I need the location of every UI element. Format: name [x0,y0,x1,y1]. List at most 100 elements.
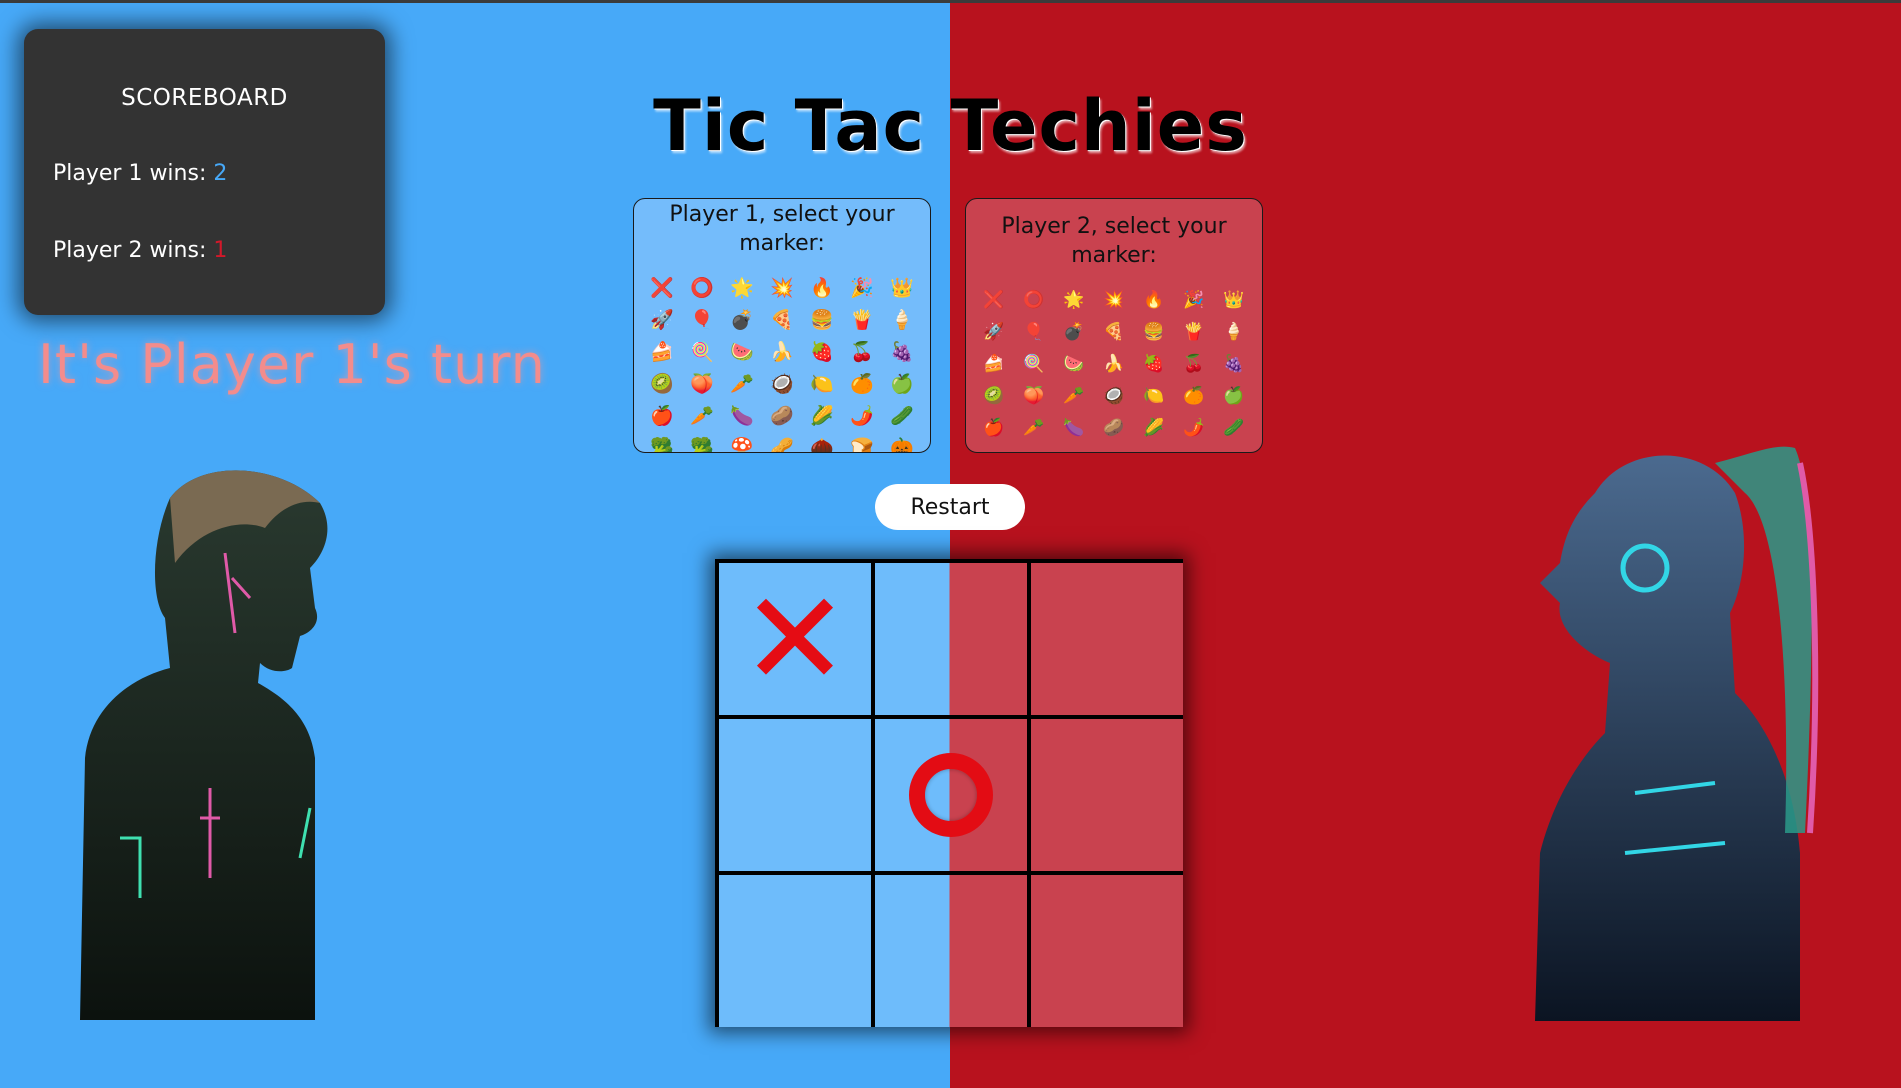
player2-marker-option[interactable]: 🥥 [1094,380,1134,412]
player1-marker-option[interactable]: 🌟 [722,272,762,304]
player2-marker-option[interactable]: 🍆 [1054,412,1094,444]
player1-marker-option[interactable]: 🍰 [642,336,682,368]
player1-marker-option[interactable]: 🍉 [722,336,762,368]
player1-marker-option[interactable]: 🍏 [882,368,922,400]
player1-marker-option[interactable]: 🥦 [642,432,682,452]
player2-marker-option[interactable]: 🚀 [974,316,1014,348]
player1-picker-label: Player 1, select your marker: [669,202,895,256]
player1-marker-option[interactable]: 🍋 [802,368,842,400]
player1-marker-option[interactable]: 🍕 [762,304,802,336]
player1-marker-option[interactable]: 💥 [762,272,802,304]
player2-wins: Player 2 wins: 1 [53,238,227,263]
player2-marker-option[interactable]: 🍓 [1134,348,1174,380]
player1-marker-option[interactable]: 🎃 [882,432,922,452]
player2-wins-label: Player 2 wins: [53,238,214,263]
page-title: Tic Tac Techies [653,85,1248,167]
player1-marker-option[interactable]: 🌽 [802,400,842,432]
player1-marker-option[interactable]: 🍓 [802,336,842,368]
player1-marker-option[interactable]: 🔥 [802,272,842,304]
x-marker-icon: ✕ [740,563,850,715]
player1-marker-option[interactable]: 🌰 [802,432,842,452]
player2-marker-option[interactable]: 🍌 [1094,348,1134,380]
player2-marker-option[interactable]: 🍉 [1054,348,1094,380]
player1-marker-option[interactable]: 🍒 [842,336,882,368]
player2-marker-option[interactable]: 🍏 [1214,380,1254,412]
turn-indicator: It's Player 1's turn [38,333,546,396]
player1-marker-option[interactable]: ⭕ [682,272,722,304]
player1-marker-option[interactable]: 🍇 [882,336,922,368]
player2-marker-option[interactable]: 👑 [1214,284,1254,316]
player1-marker-option[interactable]: 🥝 [642,368,682,400]
player1-marker-option[interactable]: 🚀 [642,304,682,336]
player2-marker-option[interactable]: 🥕 [1014,412,1054,444]
player2-marker-option[interactable]: 🥒 [1214,412,1254,444]
player1-marker-picker: Player 1, select your marker: ❌ ⭕ 🌟 💥 🔥 🎉 👑 🚀 🎈 💣… [633,198,931,453]
player2-marker-option[interactable]: 🥝 [974,380,1014,412]
board-cell[interactable] [1031,563,1183,715]
board-cell[interactable] [875,563,1027,715]
player1-marker-option[interactable]: 🌶️ [842,400,882,432]
player2-marker-option[interactable]: 🍒 [1174,348,1214,380]
player2-marker-picker: Player 2, select your marker: ❌ ⭕ 🌟 💥 🔥 🎉 👑 🚀 🎈 💣… [965,198,1263,453]
player1-marker-option[interactable]: 🥕 [722,368,762,400]
player2-marker-option[interactable]: 🍇 [1214,348,1254,380]
player1-marker-option[interactable]: 🍆 [722,400,762,432]
player1-marker-option[interactable]: 🍞 [842,432,882,452]
player2-marker-option[interactable]: 💥 [1094,284,1134,316]
player2-marker-option[interactable]: 🌽 [1134,412,1174,444]
player2-marker-option[interactable]: 🎈 [1014,316,1054,348]
player1-marker-option[interactable]: 🥔 [762,400,802,432]
player1-marker-option[interactable]: 🍭 [682,336,722,368]
player1-marker-option[interactable]: 🥕 [682,400,722,432]
player1-marker-option[interactable]: 💣 [722,304,762,336]
board-cell[interactable]: ✕ [719,563,871,715]
board-cell[interactable] [875,719,1027,871]
player1-marker-option[interactable]: ❌ [642,272,682,304]
restart-button[interactable]: Restart [875,484,1025,530]
player2-marker-option[interactable]: 🌟 [1054,284,1094,316]
player2-marker-option[interactable]: ❌ [974,284,1014,316]
player1-marker-option[interactable]: 🍟 [842,304,882,336]
board-cell[interactable] [1031,719,1183,871]
player1-marker-option[interactable]: 🍄 [722,432,762,452]
player2-marker-option[interactable]: 🍭 [1014,348,1054,380]
game-board: ✕ [715,559,1183,1027]
player1-marker-option[interactable]: 👑 [882,272,922,304]
player1-marker-option[interactable]: 🥦 [682,432,722,452]
o-marker-icon [909,753,993,837]
player1-marker-option[interactable]: 🎈 [682,304,722,336]
player2-marker-option[interactable]: ⭕ [1014,284,1054,316]
board-cell[interactable] [875,875,1027,1027]
player2-marker-option[interactable]: 🍋 [1134,380,1174,412]
player1-marker-option[interactable]: 🍑 [682,368,722,400]
player2-marker-option[interactable]: 🍊 [1174,380,1214,412]
player2-marker-option[interactable]: 🔥 [1134,284,1174,316]
player2-marker-option[interactable]: 💣 [1054,316,1094,348]
player2-marker-option[interactable]: 🍰 [974,348,1014,380]
player1-marker-option[interactable]: 🍊 [842,368,882,400]
player1-marker-option[interactable]: 🍎 [642,400,682,432]
player1-marker-option[interactable]: 🍔 [802,304,842,336]
board-cell[interactable] [719,719,871,871]
player1-marker-option[interactable]: 🥜 [762,432,802,452]
player2-marker-option[interactable]: 🍑 [1014,380,1054,412]
player2-marker-option[interactable]: 🌶️ [1174,412,1214,444]
player2-marker-option[interactable]: 🥕 [1054,380,1094,412]
player2-marker-option[interactable]: 🎉 [1174,284,1214,316]
player2-marker-option[interactable]: 🍎 [974,412,1014,444]
player2-marker-option[interactable]: 🍕 [1094,316,1134,348]
cyber-boy-avatar [80,470,328,1020]
player2-marker-option[interactable]: 🍦 [1214,316,1254,348]
scoreboard: SCOREBOARD Player 1 wins: 2 Player 2 win… [24,29,385,315]
player2-marker-option[interactable]: 🍟 [1174,316,1214,348]
board-cell[interactable] [1031,875,1183,1027]
player1-marker-option[interactable]: 🎉 [842,272,882,304]
player1-marker-option[interactable]: 🥥 [762,368,802,400]
player2-marker-option[interactable]: 🥔 [1094,412,1134,444]
player1-marker-option[interactable]: 🍦 [882,304,922,336]
player2-marker-option[interactable]: 🍔 [1134,316,1174,348]
player1-marker-option[interactable]: 🍌 [762,336,802,368]
cyber-girl-avatar [1535,446,1819,1021]
board-cell[interactable] [719,875,871,1027]
player1-marker-option[interactable]: 🥒 [882,400,922,432]
